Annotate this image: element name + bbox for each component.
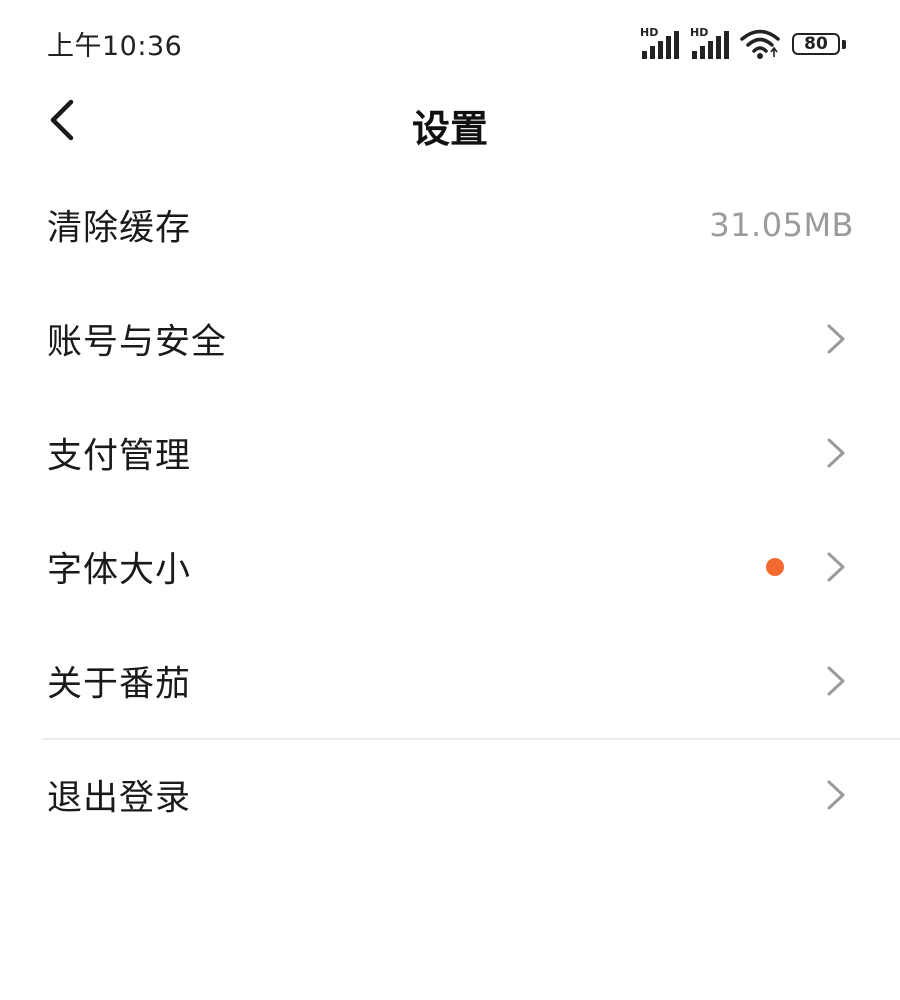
chevron-right-icon (827, 324, 845, 354)
chevron-right-icon (827, 438, 845, 468)
page-title: 设置 (411, 107, 488, 151)
chevron-right-icon (827, 552, 845, 582)
status-bar: 上午10:36 HD HD 80 (0, 0, 900, 88)
settings-item-label: 账号与安全 (47, 322, 228, 363)
settings-item-about[interactable]: 关于番茄 (0, 624, 900, 740)
settings-item-label: 字体大小 (47, 550, 192, 591)
status-icons: HD HD 80 (640, 24, 848, 64)
chevron-right-icon (827, 780, 845, 810)
settings-list: 清除缓存 31.05MB 账号与安全 支付管理 字体大小 关于番茄 退出登录 (0, 168, 900, 852)
settings-item-label: 支付管理 (47, 436, 192, 477)
settings-item-account-security[interactable]: 账号与安全 (0, 282, 900, 396)
signal-icon: HD (640, 27, 682, 61)
status-time: 上午10:36 (47, 31, 183, 62)
settings-item-font-size[interactable]: 字体大小 (0, 510, 900, 624)
chevron-right-icon (827, 666, 845, 696)
cache-size-value: 31.05MB (709, 206, 854, 244)
nav-bar: 设置 (0, 88, 900, 158)
notification-dot (766, 558, 784, 576)
settings-item-payment[interactable]: 支付管理 (0, 396, 900, 510)
battery-icon: 80 (792, 31, 848, 57)
signal-icon: HD (690, 27, 732, 61)
settings-item-label: 关于番茄 (47, 664, 192, 705)
settings-item-logout[interactable]: 退出登录 (0, 738, 900, 852)
wifi-icon (740, 29, 780, 59)
settings-item-clear-cache[interactable]: 清除缓存 31.05MB (0, 168, 900, 282)
battery-level: 80 (804, 33, 828, 54)
settings-item-label: 清除缓存 (47, 208, 192, 249)
settings-item-label: 退出登录 (47, 778, 192, 819)
